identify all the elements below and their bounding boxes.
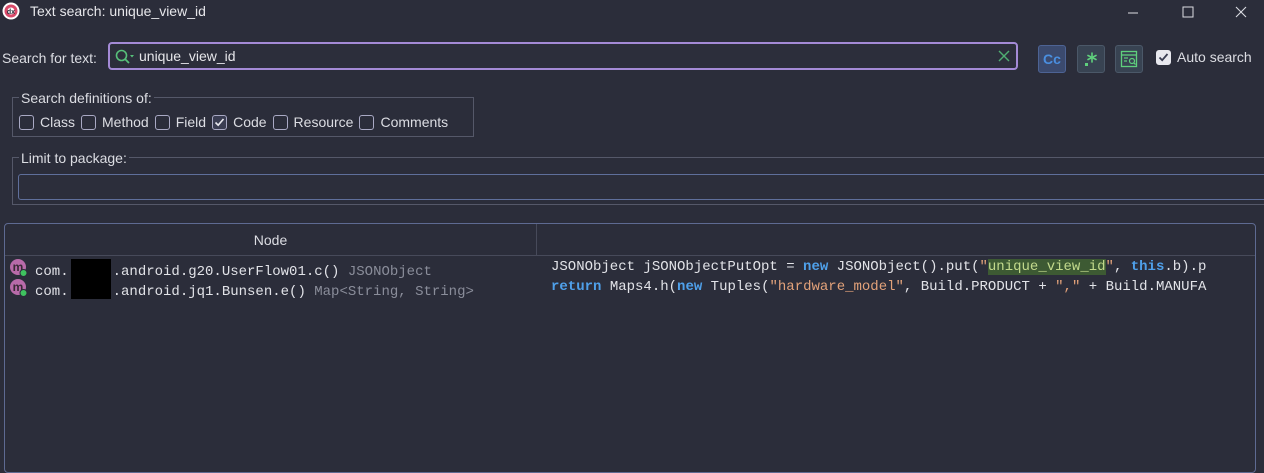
def-class-checkbox[interactable] bbox=[19, 114, 34, 130]
def-resource[interactable]: Resource bbox=[272, 114, 354, 130]
window-title: Text search: unique_view_id bbox=[30, 3, 206, 19]
match-case-label: Cc bbox=[1043, 51, 1061, 67]
code-token: " bbox=[979, 259, 988, 275]
auto-search-toggle[interactable]: Auto search bbox=[1156, 49, 1252, 65]
jadx-logo-icon: dx bbox=[2, 2, 20, 20]
minimize-button[interactable] bbox=[1110, 0, 1156, 24]
title-bar: dx Text search: unique_view_id bbox=[0, 0, 1264, 24]
match-case-button[interactable]: Cc bbox=[1038, 45, 1066, 73]
code-token: new bbox=[803, 259, 829, 275]
code-snippet: return Maps4.h(new Tuples("hardware_mode… bbox=[551, 279, 1206, 295]
def-field-label: Field bbox=[175, 114, 207, 130]
search-in-active-tab-button[interactable] bbox=[1115, 45, 1143, 73]
def-comments-label: Comments bbox=[380, 114, 449, 130]
def-class-label: Class bbox=[40, 114, 76, 130]
def-method-label: Method bbox=[102, 114, 149, 130]
def-code-checkbox[interactable] bbox=[212, 114, 228, 130]
def-comments-checkbox[interactable] bbox=[359, 114, 375, 130]
def-resource-checkbox[interactable] bbox=[272, 114, 288, 130]
code-token: this bbox=[1130, 259, 1165, 275]
search-in-active-tab-icon bbox=[1120, 50, 1138, 68]
code-token: "hardware_model" bbox=[769, 279, 904, 295]
redacted-block bbox=[70, 279, 111, 299]
code-token: + Build.MANUFA bbox=[1080, 279, 1207, 295]
method-icon: m bbox=[10, 259, 28, 277]
results-table: Node m com. .android.g20.UserFlow01.c() J… bbox=[4, 223, 1256, 473]
code-token: new bbox=[677, 279, 703, 295]
regex-star-icon bbox=[1085, 52, 1097, 66]
def-comments[interactable]: Comments bbox=[359, 114, 448, 130]
search-icon bbox=[115, 49, 134, 64]
code-snippet: JSONObject jSONObjectPutOpt = new JSONOb… bbox=[551, 259, 1206, 275]
column-header-node[interactable]: Node bbox=[5, 224, 537, 255]
clear-x-icon[interactable] bbox=[998, 50, 1010, 62]
def-code-label: Code bbox=[233, 114, 267, 130]
def-resource-label: Resource bbox=[293, 114, 354, 130]
def-class[interactable]: Class bbox=[19, 114, 75, 130]
maximize-icon bbox=[1182, 6, 1194, 18]
search-definitions-title: Search definitions of: bbox=[19, 90, 154, 106]
node-text: com. .android.jq1.Bunsen.e() Map<String, … bbox=[35, 279, 474, 300]
checkmark-icon bbox=[215, 117, 225, 126]
table-row[interactable]: m com. .android.jq1.Bunsen.e() Map<String… bbox=[5, 277, 1255, 300]
code-token: Tuples( bbox=[702, 279, 770, 295]
def-field[interactable]: Field bbox=[154, 114, 207, 130]
minimize-icon bbox=[1128, 12, 1138, 14]
search-definitions-group: Search definitions of: Class Method Fiel… bbox=[12, 90, 474, 137]
package-input[interactable] bbox=[18, 174, 1264, 200]
code-token: JSONObject jSONObjectPutOpt = bbox=[551, 259, 804, 275]
code-token: JSONObject().put( bbox=[828, 259, 980, 275]
redacted-block bbox=[70, 259, 111, 279]
maximize-button[interactable] bbox=[1165, 0, 1211, 24]
code-token: , Build.PRODUCT + bbox=[903, 279, 1056, 295]
limit-to-package-group: Limit to package: bbox=[12, 150, 1264, 205]
definitions-row: Class Method Field Code Resource Comment… bbox=[19, 114, 454, 130]
code-token: Maps4.h( bbox=[601, 279, 678, 295]
code-token: unique_view_id bbox=[987, 259, 1106, 275]
search-box[interactable] bbox=[108, 42, 1018, 70]
def-method[interactable]: Method bbox=[81, 114, 149, 130]
node-prefix: com. bbox=[35, 284, 69, 300]
svg-text:dx: dx bbox=[7, 9, 15, 16]
search-input[interactable] bbox=[139, 46, 989, 66]
close-button[interactable] bbox=[1218, 0, 1264, 24]
def-method-checkbox[interactable] bbox=[81, 114, 97, 130]
code-token: .b).p bbox=[1164, 259, 1207, 275]
column-header-code[interactable] bbox=[537, 224, 1255, 255]
code-token: , bbox=[1113, 259, 1131, 275]
table-header: Node bbox=[5, 224, 1255, 256]
auto-search-checkbox[interactable] bbox=[1156, 49, 1171, 65]
def-field-checkbox[interactable] bbox=[154, 114, 170, 130]
method-icon: m bbox=[10, 279, 28, 297]
node-type: Map<String, String> bbox=[314, 284, 474, 300]
regex-button[interactable] bbox=[1077, 45, 1105, 73]
search-label: Search for text: bbox=[2, 50, 97, 66]
close-icon bbox=[1235, 6, 1247, 18]
checkmark-icon bbox=[1158, 52, 1169, 62]
code-token: "," bbox=[1055, 279, 1081, 295]
code-token: " bbox=[1105, 259, 1114, 275]
code-token: return bbox=[551, 279, 602, 295]
def-code[interactable]: Code bbox=[212, 114, 267, 130]
limit-to-package-title: Limit to package: bbox=[19, 150, 129, 166]
table-row[interactable]: m com. .android.g20.UserFlow01.c() JSONOb… bbox=[5, 257, 1255, 280]
auto-search-label: Auto search bbox=[1177, 49, 1252, 65]
node-suffix: .android.jq1.Bunsen.e() bbox=[112, 284, 306, 300]
